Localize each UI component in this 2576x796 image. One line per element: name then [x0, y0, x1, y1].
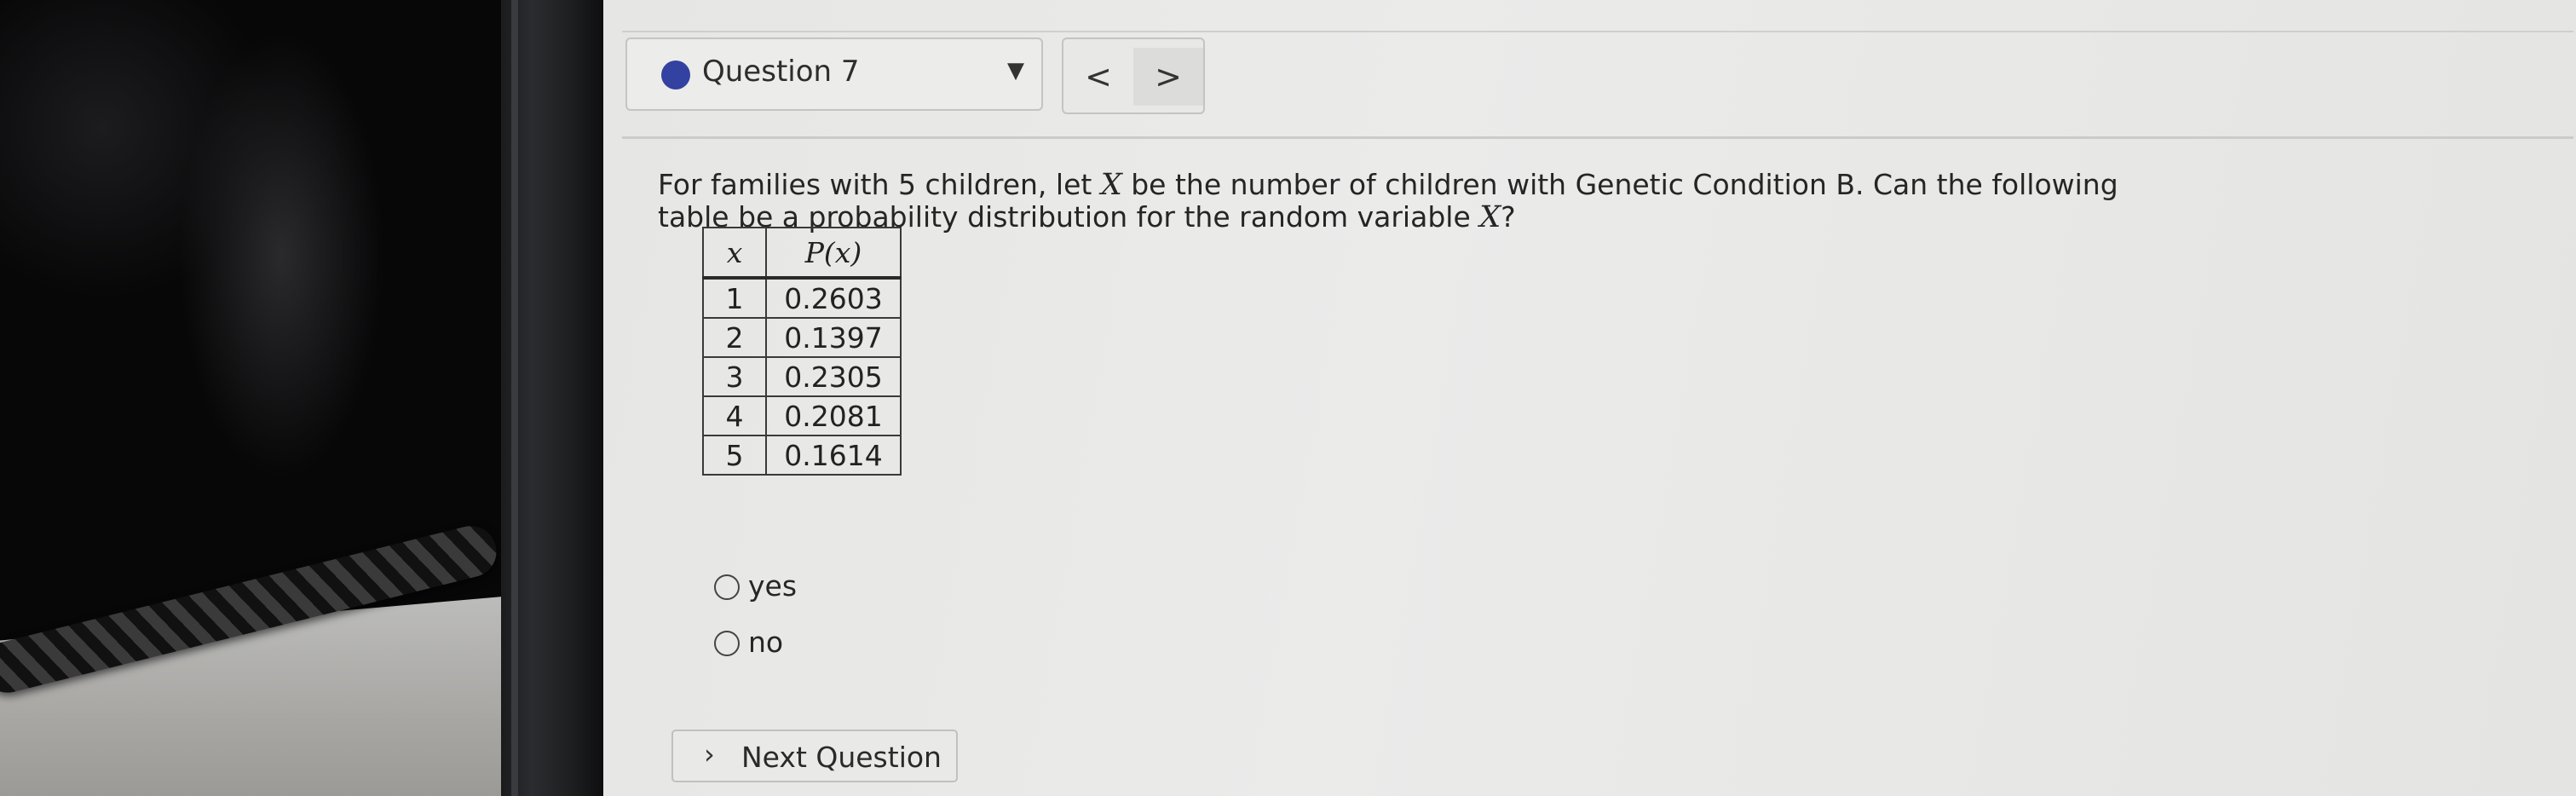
previous-question-button[interactable]: < [1063, 48, 1133, 106]
cell-px: 0.2603 [765, 277, 902, 319]
probability-table: x P(x) 1 0.2603 2 0.1397 3 0.2305 4 0.20… [702, 227, 902, 476]
cell-px: 0.2081 [765, 395, 902, 436]
header-divider [622, 136, 2573, 139]
cell-px: 0.1397 [765, 317, 902, 358]
header-px: P(x) [765, 227, 902, 280]
radio-no[interactable] [714, 631, 740, 656]
next-question-arrow-button[interactable]: > [1133, 48, 1203, 106]
cell-x: 2 [702, 317, 767, 358]
table-header-row: x P(x) [702, 227, 902, 280]
bezel-edge [511, 0, 518, 796]
next-question-label: Next Question [741, 741, 942, 774]
table-row: 4 0.2081 [702, 395, 902, 436]
next-question-button[interactable]: › Next Question [671, 730, 958, 782]
question-text-part3: ? [1501, 200, 1516, 234]
header-x: x [702, 227, 767, 280]
cell-px: 0.2305 [765, 356, 902, 397]
chevron-right-icon: › [704, 738, 715, 770]
radio-yes[interactable] [714, 574, 740, 600]
cell-x: 5 [702, 435, 767, 476]
table-row: 2 0.1397 [702, 317, 902, 358]
caret-down-icon: ▼ [1007, 58, 1024, 84]
question-selector[interactable]: Question 7 ▼ [625, 37, 1043, 111]
top-divider [622, 31, 2573, 32]
cell-x: 3 [702, 356, 767, 397]
option-label: yes [748, 569, 798, 603]
cell-x: 4 [702, 395, 767, 436]
variable-x: X [1479, 200, 1501, 234]
question-selector-label: Question 7 [702, 55, 860, 89]
cell-x: 1 [702, 277, 767, 319]
variable-x: X [1100, 168, 1122, 202]
option-label: no [748, 626, 784, 659]
table-row: 3 0.2305 [702, 356, 902, 397]
cell-px: 0.1614 [765, 435, 902, 476]
screen: Question 7 ▼ < > For families with 5 chi… [603, 0, 2576, 796]
question-text-part1: For families with 5 children, let [658, 168, 1101, 201]
question-status-dot [661, 61, 690, 89]
table-row: 5 0.1614 [702, 435, 902, 476]
question-nav: < > [1062, 37, 1205, 114]
question-text: For families with 5 children, let X be t… [658, 169, 2175, 234]
table-row: 1 0.2603 [702, 277, 902, 319]
